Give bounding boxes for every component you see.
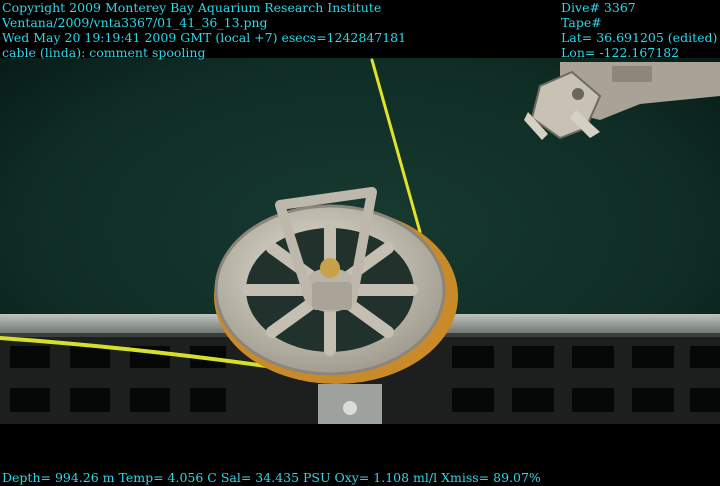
- image-path-line: Ventana/2009/vnta3367/01_41_36_13.png: [2, 15, 268, 30]
- copyright-line: Copyright 2009 Monterey Bay Aquarium Res…: [2, 0, 382, 15]
- underwater-scene: [0, 0, 720, 486]
- longitude: Lon= -122.167182: [561, 45, 680, 60]
- latitude: Lat= 36.691205 (edited): [561, 30, 718, 45]
- comment-line: cable (linda): comment spooling: [2, 45, 206, 60]
- dive-number: Dive# 3367: [561, 0, 636, 15]
- tape-number: Tape#: [561, 15, 602, 30]
- telemetry-top-right: Dive# 3367 Tape# Lat= 36.691205 (edited)…: [561, 0, 717, 60]
- telemetry-bottom: Depth= 994.26 m Temp= 4.056 C Sal= 34.43…: [2, 470, 541, 485]
- timestamp-line: Wed May 20 19:19:41 2009 GMT (local +7) …: [2, 30, 407, 45]
- telemetry-top-left: Copyright 2009 Monterey Bay Aquarium Res…: [2, 0, 406, 60]
